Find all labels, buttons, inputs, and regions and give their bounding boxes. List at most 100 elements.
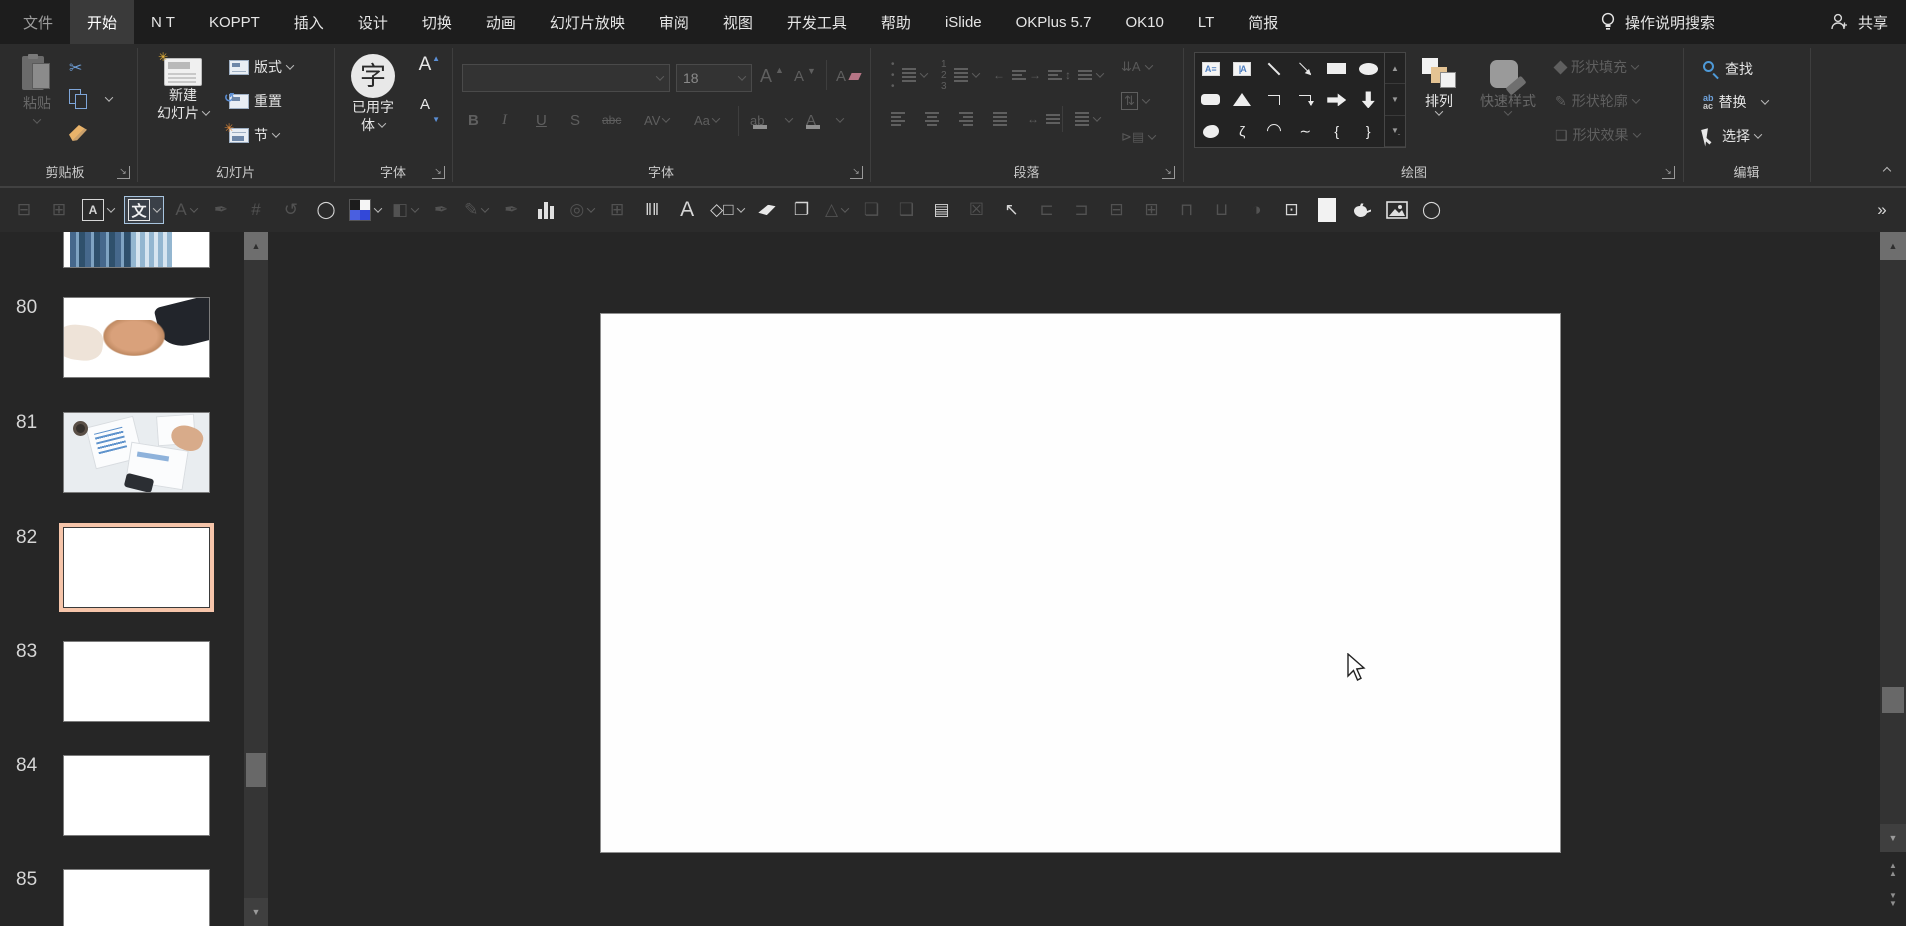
menu-tab-插入[interactable]: 插入 [277,0,341,44]
menu-tab-n-t[interactable]: N T [134,0,192,44]
replace-dropdown[interactable] [1760,96,1769,105]
more-tools-button[interactable]: » [1870,201,1894,219]
font-size-combobox[interactable]: 18 [676,64,752,92]
gallery-more-button[interactable]: ▼̱ [1385,116,1405,147]
line-arrow-shape[interactable] [1290,53,1322,84]
oval-shape[interactable] [1353,53,1385,84]
menu-tab-帮助[interactable]: 帮助 [864,0,928,44]
outline-eyedropper-button[interactable]: ✒ [499,201,523,219]
menu-tab-islide[interactable]: iSlide [928,0,999,44]
bullets-button[interactable]: • • • [888,59,930,92]
combine-shapes-button[interactable]: ◇□ [710,201,745,219]
shape-anchor-button[interactable]: # [244,201,268,219]
text-highlight-button[interactable]: ab [750,106,794,134]
align-left-button[interactable] [888,106,908,132]
menu-tab-开始[interactable]: 开始 [70,0,135,44]
grow-font-button[interactable]: A ▲ [760,62,784,90]
underline-button[interactable]: U [536,106,547,134]
numbering-button[interactable]: 123 [938,59,982,92]
insert-picture-button[interactable] [1385,201,1409,219]
font-name-dropdown[interactable] [655,72,665,81]
font-style-button[interactable]: A [174,201,198,219]
eyedropper-button[interactable]: ✒ [209,201,233,219]
triangle-shape[interactable] [1227,84,1259,115]
align-objects-left-button[interactable]: ⊏ [1035,201,1059,219]
copy-dropdown[interactable] [104,93,114,102]
select-dropdown[interactable] [1753,130,1763,139]
menu-tab-切换[interactable]: 切换 [405,0,469,44]
menu-tab-lt[interactable]: LT [1181,0,1231,44]
convert-smartart-button[interactable]: ⊳▤ [1118,124,1158,150]
freeform-shape[interactable] [1195,116,1227,147]
slide-thumbnail-85[interactable] [63,869,210,926]
menu-tab-okplus-5.7[interactable]: OKPlus 5.7 [999,0,1109,44]
shape-effects-button[interactable]: ❑ 形状效果 [1552,122,1643,148]
gallery-down-button[interactable]: ▼ [1385,84,1405,116]
align-objects-bottom-button[interactable]: ⊔ [1210,201,1234,219]
copy-button[interactable] [66,86,115,112]
panel-scroll-down-button[interactable]: ▼ [244,898,268,926]
layers-button[interactable]: ❐ [790,201,814,219]
menu-tab-动画[interactable]: 动画 [469,0,533,44]
next-slide-button[interactable]: ▼ ▼ [1880,888,1906,912]
menu-tab-简报[interactable]: 简报 [1231,0,1295,44]
rotate-flip-button[interactable]: △ [825,201,850,219]
oval-tool-button[interactable]: ◯ [314,201,338,219]
previous-slide-button[interactable]: ▲ ▲ [1880,858,1906,882]
columns-button[interactable] [1072,106,1103,132]
align-text-button[interactable]: ⇅ [1118,88,1152,114]
horizontal-text-box-dropdown[interactable] [106,204,116,213]
menu-tab-ok10[interactable]: OK10 [1109,0,1181,44]
editing-canvas[interactable] [270,232,1880,926]
clear-formatting-button[interactable]: A [836,62,862,90]
magic-lamp-button[interactable] [1350,202,1374,218]
slide-thumbnail-partial[interactable] [63,232,210,268]
outline-color-button[interactable]: ✎ [464,201,490,219]
format-painter-button[interactable] [755,205,779,215]
find-button[interactable]: 查找 [1700,56,1756,82]
layout-dropdown[interactable] [285,61,295,70]
wordart-button[interactable]: A [675,199,699,220]
bold-button[interactable]: B [468,106,479,134]
paragraph-dialog-launcher[interactable]: ↘ [1162,166,1175,179]
paste-button[interactable]: 粘贴 [10,50,64,158]
slide-canvas[interactable] [600,313,1561,853]
italic-button[interactable]: I [502,106,507,134]
text-direction-button[interactable]: ⇊A [1118,54,1155,80]
slide-thumbnail-80[interactable] [63,297,210,378]
bring-forward-button[interactable]: ❏ [860,201,884,219]
justify-button[interactable] [990,106,1010,132]
canvas-scrollbar[interactable]: ▲ ▼ [1880,232,1906,852]
panel-scroll-up-button[interactable]: ▲ [244,232,268,260]
font-style-dropdown[interactable] [189,204,198,213]
elbow-connector-shape[interactable] [1258,84,1290,115]
decrease-indent-button[interactable]: ← [990,62,1029,88]
chart-button[interactable] [534,201,558,219]
horizontal-text-box-button[interactable]: A [82,199,116,221]
align-center-button[interactable]: ⊟ [12,201,36,219]
font-dialog-launcher[interactable]: ↘ [850,166,863,179]
strikethrough-button[interactable]: abc [602,106,621,134]
layout-button[interactable]: 版式 [226,54,296,80]
slide-thumbnail-83[interactable] [63,641,210,722]
menu-tab-开发工具[interactable]: 开发工具 [770,0,864,44]
tell-me-search[interactable]: 操作说明搜索 [1625,12,1715,33]
align-middle-button[interactable]: ⊞ [47,201,71,219]
font-size-dropdown[interactable] [737,72,747,81]
select-button[interactable]: 选择 [1700,123,1764,149]
format-painter-button[interactable] [66,120,90,146]
canvas-scroll-down-button[interactable]: ▼ [1880,824,1906,852]
decrease-font-button[interactable]: A ▼ [408,96,442,126]
replace-button[interactable]: ab ac 替换 [1700,89,1771,115]
vertical-text-box-dropdown[interactable] [152,204,162,213]
align-right-button[interactable] [956,106,976,132]
share-button[interactable]: 共享 [1858,12,1888,33]
increase-indent-button[interactable]: → [1026,62,1065,88]
gallery-up-button[interactable]: ▲ [1385,53,1405,85]
line-shape[interactable] [1258,53,1290,84]
white-rectangle-button[interactable] [1315,198,1339,222]
drawing-dialog-launcher[interactable]: ↘ [1662,166,1675,179]
slide-thumbnail-81[interactable] [63,412,210,493]
distribute-objects-button[interactable]: ⊞ [1140,201,1164,219]
send-backward-button[interactable]: ❑ [895,201,919,219]
